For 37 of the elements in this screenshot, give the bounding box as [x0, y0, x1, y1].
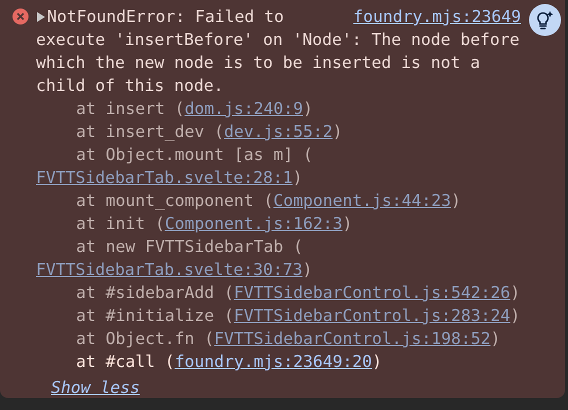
- stack-frame-text: at init (: [76, 214, 165, 233]
- stack-frame-text: at #call (: [76, 352, 175, 371]
- stack-frame-text: at #sidebarAdd (: [76, 283, 234, 302]
- stack-frame-text: ): [302, 260, 312, 279]
- stack-frame-link[interactable]: FVTTSidebarControl.js:283:24: [234, 304, 510, 327]
- lightbulb-sparkle-icon[interactable]: [529, 4, 561, 36]
- stack-frame-link[interactable]: FVTTSidebarTab.svelte:28:1: [36, 166, 293, 189]
- stack-frame-text: ): [490, 329, 500, 348]
- stack-frame-text: at Object.fn (: [76, 329, 214, 348]
- stack-frame-text: ): [342, 214, 352, 233]
- stack-frame-text: at mount_component (: [76, 191, 274, 210]
- error-icon: [12, 8, 29, 25]
- stack-frame-link[interactable]: foundry.mjs:23649:20: [174, 350, 372, 373]
- show-less-link[interactable]: Show less: [51, 378, 140, 397]
- stack-frame-link[interactable]: FVTTSidebarControl.js:542:26: [234, 281, 510, 304]
- stack-frame-text: at new FVTTSidebarTab (: [76, 237, 303, 256]
- stack-frame-text: ): [451, 191, 461, 210]
- stack-frame-text: at Object.mount [as m] (: [76, 145, 313, 164]
- stack-frame-link[interactable]: dom.js:240:9: [184, 97, 303, 120]
- stack-frame-text: ): [332, 122, 342, 141]
- stack-frame-link[interactable]: FVTTSidebarTab.svelte:30:73: [36, 258, 302, 281]
- stack-frame-text: at insert_dev (: [76, 122, 224, 141]
- stack-frame-text: ): [372, 352, 382, 371]
- stack-frame-link[interactable]: Component.js:44:23: [273, 189, 451, 212]
- error-message: NotFoundError: Failed to: [47, 6, 284, 28]
- stack-frame-text: ): [510, 283, 520, 302]
- stack-frame-text: ): [510, 306, 520, 325]
- source-link[interactable]: foundry.mjs:23649: [353, 5, 521, 28]
- stack-frame-link[interactable]: FVTTSidebarControl.js:198:52: [214, 327, 490, 350]
- stack-frame-link[interactable]: Component.js:162:3: [164, 212, 342, 235]
- error-message: execute 'insertBefore' on 'Node': The node before which the new node is to be inserted is not a child of this node.: [36, 29, 521, 97]
- stack-frame-text: at insert (: [76, 99, 185, 118]
- stack-frame-text: ): [302, 99, 313, 118]
- stack-frame-text: ): [292, 168, 302, 187]
- expand-triangle-icon[interactable]: [36, 10, 46, 22]
- stack-frame-link[interactable]: dev.js:55:2: [224, 120, 333, 143]
- stack-frame-text: at #initialize (: [76, 306, 234, 325]
